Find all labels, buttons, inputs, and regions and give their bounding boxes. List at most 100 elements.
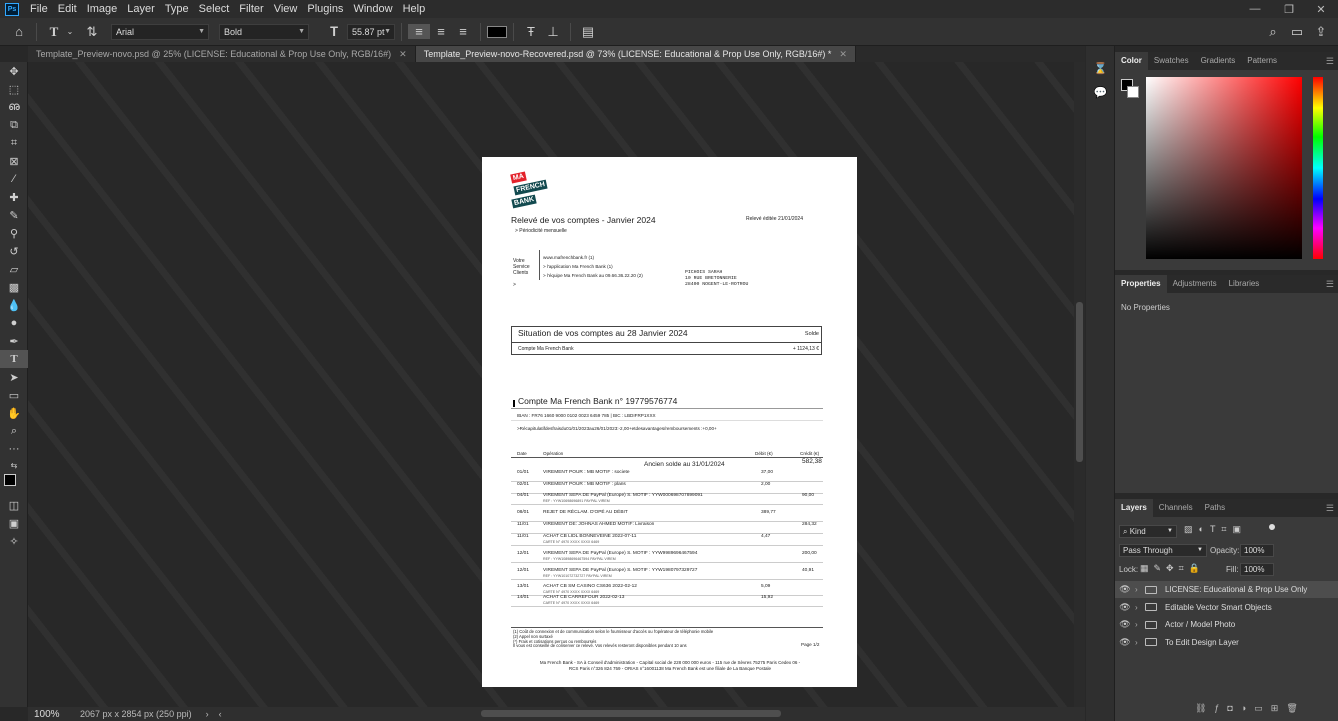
chevron-right-icon[interactable]: › [1135, 638, 1145, 647]
close-icon[interactable]: ✕ [839, 49, 847, 59]
align-left-icon[interactable]: ≡ [408, 24, 430, 39]
layer-filter-icons[interactable]: ▨◐T⌗▣ [1184, 524, 1247, 535]
tab-layers[interactable]: Layers [1115, 499, 1153, 517]
swap-colors-icon[interactable]: ⇆ [0, 458, 28, 472]
foreground-color[interactable] [4, 474, 16, 486]
layer-filter-kind[interactable]: ⌕ Kind ▼ [1119, 525, 1177, 538]
menu-help[interactable]: Help [398, 0, 431, 18]
frame-tool-icon[interactable]: ⊠ [0, 152, 28, 170]
align-right-icon[interactable]: ≡ [452, 24, 474, 39]
minimize-icon[interactable]: — [1240, 0, 1270, 18]
menu-edit[interactable]: Edit [53, 0, 82, 18]
zoom-level[interactable]: 100% [28, 709, 62, 720]
eye-icon[interactable]: 👁 [1115, 619, 1135, 630]
workspace-icon[interactable]: ▭ [1286, 24, 1308, 40]
gradient-tool-icon[interactable]: ▩ [0, 278, 28, 296]
menu-image[interactable]: Image [82, 0, 123, 18]
tab-properties[interactable]: Properties [1115, 275, 1167, 293]
comments-panel-icon[interactable]: 💬 [1086, 82, 1115, 102]
menu-window[interactable]: Window [348, 0, 397, 18]
tab-patterns[interactable]: Patterns [1241, 52, 1283, 70]
rectangle-tool-icon[interactable]: ▭ [0, 386, 28, 404]
eye-icon[interactable]: 👁 [1115, 602, 1135, 613]
screen-mode-icon[interactable]: ▣ [0, 514, 28, 532]
close-icon[interactable]: ✕ [399, 49, 407, 59]
restore-icon[interactable]: ❐ [1274, 0, 1304, 18]
tab-swatches[interactable]: Swatches [1148, 52, 1195, 70]
healing-brush-icon[interactable]: ✚ [0, 188, 28, 206]
document-page[interactable]: MA FRENCH BANK Relevé de vos comptes - J… [482, 157, 857, 687]
background-color-chip[interactable] [1127, 86, 1139, 98]
font-family-select[interactable]: Arial ▼ [111, 23, 209, 40]
chevron-right-icon[interactable]: › [1135, 603, 1145, 612]
3d-text-icon[interactable]: ⊥ [542, 24, 564, 40]
chevron-down-icon[interactable]: ⌄ [65, 27, 75, 36]
pen-tool-icon[interactable]: ✒ [0, 332, 28, 350]
share-icon[interactable]: ⇪ [1310, 24, 1332, 40]
menu-plugins[interactable]: Plugins [302, 0, 348, 18]
hue-slider[interactable] [1313, 77, 1323, 259]
eyedropper-tool-icon[interactable]: ⁄ [0, 170, 28, 188]
tab-paths[interactable]: Paths [1199, 499, 1231, 517]
fill-field[interactable]: 100% [1240, 563, 1274, 576]
text-orientation-icon[interactable]: ⇅ [81, 24, 103, 40]
path-select-tool-icon[interactable]: ➤ [0, 368, 28, 386]
menu-view[interactable]: View [269, 0, 303, 18]
layer-row[interactable]: 👁 › Editable Vector Smart Objects [1115, 599, 1338, 616]
chevron-right-icon[interactable]: › [206, 709, 209, 719]
horizontal-scrollbar-thumb[interactable] [481, 710, 781, 717]
content-credentials-icon[interactable]: ✧ [0, 532, 28, 550]
history-brush-icon[interactable]: ↺ [0, 242, 28, 260]
tab-gradients[interactable]: Gradients [1195, 52, 1242, 70]
tab-document-2[interactable]: Template_Preview-novo-Recovered.psd @ 73… [415, 46, 856, 62]
menu-filter[interactable]: Filter [234, 0, 268, 18]
menu-layer[interactable]: Layer [122, 0, 160, 18]
panel-menu-icon[interactable]: ☰ [1326, 275, 1334, 293]
panel-menu-icon[interactable]: ☰ [1326, 499, 1334, 517]
font-style-select[interactable]: Bold ▼ [219, 23, 309, 40]
menu-file[interactable]: File [25, 0, 53, 18]
crop-tool-icon[interactable]: ⌗ [0, 134, 28, 152]
layer-row[interactable]: 👁 › LICENSE: Educational & Prop Use Only [1115, 581, 1338, 598]
menu-select[interactable]: Select [194, 0, 235, 18]
stamp-tool-icon[interactable]: ⚲ [0, 224, 28, 242]
scrollbar-thumb[interactable] [1076, 302, 1083, 462]
menu-type[interactable]: Type [160, 0, 194, 18]
object-select-tool-icon[interactable]: ⧉ [0, 116, 28, 134]
chevron-left-icon[interactable]: ‹ [219, 709, 222, 719]
text-color-swatch[interactable] [487, 25, 507, 38]
chevron-right-icon[interactable]: › [1135, 585, 1145, 594]
quick-mask-icon[interactable]: ◫ [0, 496, 28, 514]
color-spectrum[interactable] [1146, 77, 1302, 259]
font-size-select[interactable]: 55.87 pt ▼ [347, 23, 395, 40]
more-tools-icon[interactable]: ··· [0, 440, 28, 458]
tab-channels[interactable]: Channels [1153, 499, 1199, 517]
tab-adjustments[interactable]: Adjustments [1167, 275, 1223, 293]
align-center-icon[interactable]: ≡ [430, 24, 452, 39]
tab-color[interactable]: Color [1115, 52, 1148, 70]
lasso-tool-icon[interactable]: ഌ [0, 98, 28, 116]
panel-menu-icon[interactable]: ☰ [1326, 52, 1334, 70]
filter-toggle-icon[interactable] [1269, 524, 1275, 530]
brush-tool-icon[interactable]: ✎ [0, 206, 28, 224]
close-window-icon[interactable]: ✕ [1306, 0, 1336, 18]
search-icon[interactable]: ⌕ [1262, 24, 1284, 40]
home-icon[interactable]: ⌂ [8, 24, 30, 39]
tab-document-1[interactable]: Template_Preview-novo.psd @ 25% (LICENSE… [28, 46, 416, 62]
text-tool-preset-icon[interactable]: T [43, 24, 65, 40]
dodge-tool-icon[interactable]: ● [0, 314, 28, 332]
chevron-right-icon[interactable]: › [1135, 620, 1145, 629]
eye-icon[interactable]: 👁 [1115, 584, 1135, 595]
opacity-field[interactable]: 100% [1240, 544, 1274, 557]
marquee-tool-icon[interactable]: ⬚ [0, 80, 28, 98]
blur-tool-icon[interactable]: 💧 [0, 296, 28, 314]
type-tool-icon[interactable]: T [0, 350, 28, 368]
layer-row[interactable]: 👁 › Actor / Model Photo [1115, 616, 1338, 633]
lock-icons[interactable]: ▦✎✥⌗🔒 [1140, 563, 1205, 574]
layer-row[interactable]: 👁 › To Edit Design Layer [1115, 634, 1338, 651]
hand-tool-icon[interactable]: ✋ [0, 404, 28, 422]
move-tool-icon[interactable]: ✥ [0, 62, 28, 80]
color-swatches[interactable] [0, 472, 28, 496]
history-panel-icon[interactable]: ⌛ [1086, 58, 1115, 78]
character-panel-icon[interactable]: ▤ [577, 24, 599, 40]
